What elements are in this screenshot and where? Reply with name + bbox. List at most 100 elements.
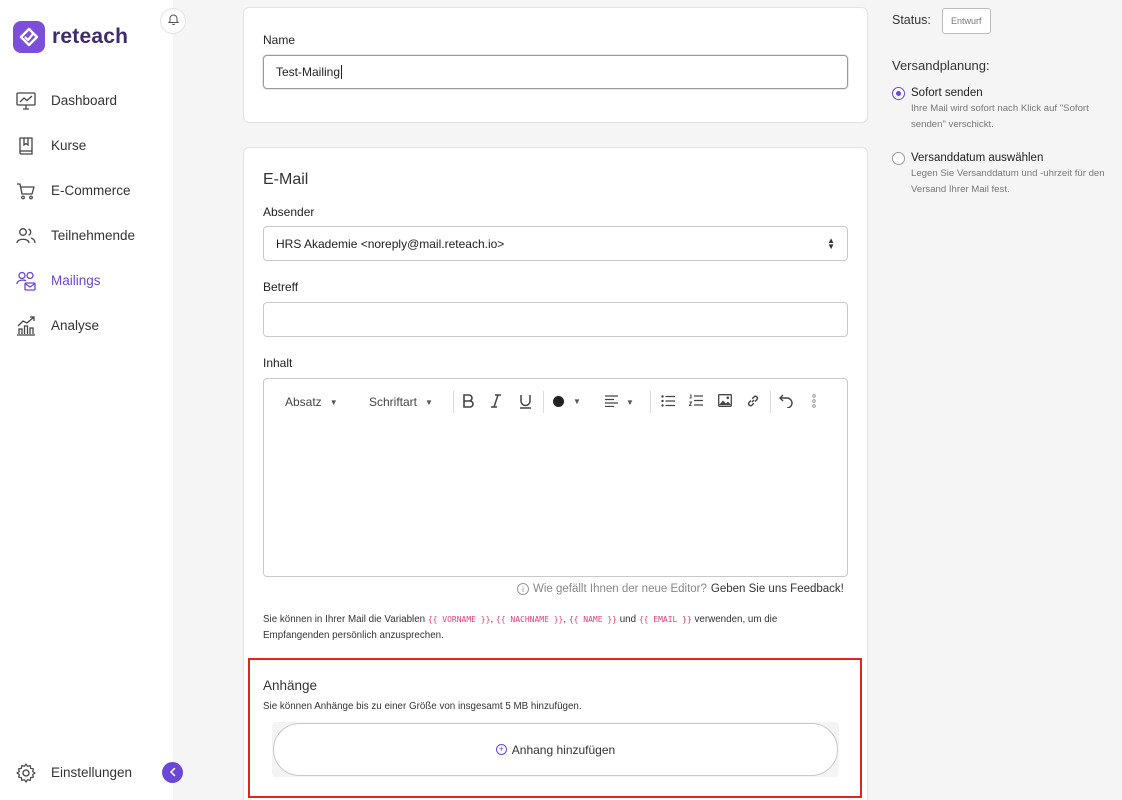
sidebar-item-label: Kurse bbox=[51, 138, 87, 153]
and-word: und bbox=[619, 614, 637, 625]
numbered-list-icon bbox=[688, 394, 703, 410]
chart-icon bbox=[16, 315, 36, 336]
variables-hint: Sie können in Ihrer Mail die Variablen {… bbox=[263, 612, 803, 644]
shipping-plan-title: Versandplanung: bbox=[892, 58, 990, 73]
paragraph-dropdown[interactable]: Absatz ▼ bbox=[285, 395, 338, 409]
editor-feedback: i Wie gefällt Ihnen der neue Editor? Geb… bbox=[517, 583, 844, 595]
link-icon bbox=[746, 394, 760, 411]
email-section-title: E-Mail bbox=[263, 171, 309, 188]
sidebar-item-label: Analyse bbox=[51, 318, 100, 333]
toolbar-divider bbox=[453, 391, 454, 413]
name-label: Name bbox=[263, 33, 296, 47]
status-badge: Entwurf bbox=[942, 8, 991, 34]
gear-icon bbox=[16, 762, 36, 783]
sender-label: Absender bbox=[263, 205, 315, 219]
undo-button[interactable] bbox=[779, 394, 793, 411]
send-now-title[interactable]: Sofort senden bbox=[911, 87, 983, 99]
sidebar-item-label: E-Commerce bbox=[51, 183, 131, 198]
collapse-sidebar-button[interactable] bbox=[162, 762, 183, 783]
sidebar-item-e-commerce[interactable]: E-Commerce bbox=[0, 168, 173, 213]
text-color-dropdown[interactable]: ▼ bbox=[553, 396, 581, 407]
brand-logo[interactable]: reteach bbox=[13, 21, 128, 53]
color-swatch-icon bbox=[553, 396, 564, 407]
variable-name: {{ NAME }} bbox=[568, 615, 617, 624]
sidebar-item-label: Teilnehmende bbox=[51, 228, 136, 243]
editor-toolbar: Absatz ▼ Schriftart ▼ ▼ ▼ bbox=[264, 379, 847, 425]
toolbar-divider bbox=[543, 391, 544, 413]
settings-label: Einstellungen bbox=[51, 765, 133, 780]
status-label: Status: bbox=[892, 13, 931, 27]
schedule-description: Legen Sie Versanddatum und -uhrzeit für … bbox=[911, 168, 1105, 195]
radio-dot bbox=[896, 91, 901, 96]
brand-name: reteach bbox=[52, 25, 129, 48]
more-options-button[interactable] bbox=[812, 394, 816, 411]
send-now-description: Ihre Mail wird sofort nach Klick auf "So… bbox=[911, 103, 1089, 130]
sidebar-item-kurse[interactable]: Kurse bbox=[0, 123, 173, 168]
italic-button[interactable] bbox=[490, 394, 502, 411]
comma: , bbox=[490, 614, 494, 625]
variable-vorname: {{ VORNAME }} bbox=[427, 615, 491, 624]
cart-icon bbox=[16, 181, 36, 201]
align-dropdown[interactable]: ▼ bbox=[605, 395, 634, 410]
users-icon bbox=[16, 226, 36, 246]
sidebar-item-dashboard[interactable]: Dashboard bbox=[0, 78, 173, 123]
notifications-button[interactable] bbox=[160, 8, 186, 34]
hint-before: Sie können in Ihrer Mail die Variablen bbox=[263, 614, 428, 625]
feedback-question: Wie gefällt Ihnen der neue Editor? bbox=[533, 583, 707, 595]
undo-icon bbox=[779, 394, 793, 411]
feedback-link[interactable]: Geben Sie uns Feedback! bbox=[711, 583, 844, 595]
paragraph-label: Absatz bbox=[285, 395, 322, 409]
underline-button[interactable] bbox=[519, 394, 532, 412]
schedule-radio[interactable] bbox=[892, 152, 905, 165]
chevron-left-icon bbox=[169, 764, 177, 782]
toolbar-divider bbox=[770, 391, 771, 413]
bold-button[interactable] bbox=[462, 394, 474, 411]
subject-input[interactable] bbox=[263, 302, 848, 337]
sidebar-item-label: Mailings bbox=[51, 273, 101, 288]
sidebar-item-analyse[interactable]: Analyse bbox=[0, 303, 173, 348]
caret-down-icon: ▼ bbox=[626, 398, 634, 407]
sidebar-item-settings[interactable]: Einstellungen bbox=[0, 750, 173, 795]
sidebar-nav: Dashboard Kurse E-Commerce Teilnehmende … bbox=[0, 78, 173, 348]
bell-icon bbox=[167, 12, 179, 30]
mailings-icon bbox=[16, 271, 36, 291]
plus-circle-icon: + bbox=[495, 744, 507, 755]
attachments-hint: Sie können Anhänge bis zu einer Größe vo… bbox=[263, 701, 582, 712]
sender-value: HRS Akademie <noreply@mail.reteach.io> bbox=[276, 236, 505, 251]
text-cursor bbox=[341, 65, 343, 79]
caret-down-icon: ▼ bbox=[329, 397, 338, 407]
logo-icon bbox=[13, 21, 45, 53]
sender-select[interactable]: HRS Akademie <noreply@mail.reteach.io> ▲… bbox=[263, 226, 848, 261]
insert-image-button[interactable] bbox=[718, 394, 732, 410]
book-icon bbox=[16, 136, 36, 156]
variable-nachname: {{ NACHNAME }} bbox=[495, 615, 564, 624]
info-icon: i bbox=[517, 583, 529, 595]
font-label: Schriftart bbox=[369, 395, 418, 409]
comma: , bbox=[563, 614, 567, 625]
variable-email: {{ EMAIL }} bbox=[638, 615, 692, 624]
sidebar: reteach Dashboard Kurse E-Commerce Teiln… bbox=[0, 0, 173, 800]
send-now-radio[interactable] bbox=[892, 87, 905, 100]
add-attachment-label: Anhang hinzufügen bbox=[511, 742, 616, 757]
sidebar-item-mailings[interactable]: Mailings bbox=[0, 258, 173, 303]
bullet-list-button[interactable] bbox=[661, 395, 675, 410]
rich-text-editor[interactable]: Absatz ▼ Schriftart ▼ ▼ ▼ bbox=[263, 378, 848, 577]
name-input[interactable]: Test-Mailing bbox=[263, 55, 848, 89]
subject-label: Betreff bbox=[263, 280, 299, 294]
bold-icon bbox=[462, 394, 474, 411]
align-left-icon bbox=[605, 395, 618, 410]
italic-icon bbox=[490, 394, 502, 411]
caret-down-icon: ▼ bbox=[573, 397, 581, 406]
schedule-title[interactable]: Versanddatum auswählen bbox=[911, 152, 1043, 164]
numbered-list-button[interactable] bbox=[688, 394, 703, 410]
add-attachment-button[interactable]: + Anhang hinzufügen bbox=[273, 723, 838, 776]
sidebar-item-teilnehmende[interactable]: Teilnehmende bbox=[0, 213, 173, 258]
more-vertical-icon bbox=[812, 394, 816, 411]
underline-icon bbox=[519, 394, 532, 412]
font-dropdown[interactable]: Schriftart ▼ bbox=[369, 395, 433, 409]
insert-link-button[interactable] bbox=[746, 394, 760, 411]
select-arrows-icon: ▲ ▼ bbox=[827, 235, 835, 251]
content-label: Inhalt bbox=[263, 356, 293, 370]
sidebar-item-label: Dashboard bbox=[51, 93, 118, 108]
dashboard-icon bbox=[16, 91, 36, 111]
